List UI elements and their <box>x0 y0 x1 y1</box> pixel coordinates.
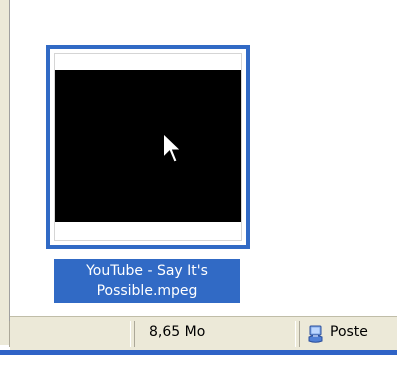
status-pane-description <box>9 321 131 347</box>
window-left-border <box>0 0 10 345</box>
window-frame-blue <box>0 350 397 355</box>
file-name-line2: Possible.mpeg <box>96 283 198 299</box>
window-bottom-edge <box>0 350 397 369</box>
video-frame-black <box>55 70 241 222</box>
mouse-cursor-icon <box>162 131 184 164</box>
status-bar: 8,65 Mo Poste <box>9 316 397 351</box>
status-zone-label: Poste <box>330 324 368 340</box>
computer-icon <box>308 325 323 343</box>
status-pane-zone: Poste <box>299 321 397 347</box>
file-name-label[interactable]: YouTube - Say It's Possible.mpeg <box>54 259 240 303</box>
status-size: 8,65 Mo <box>149 324 206 340</box>
file-view-pane[interactable]: YouTube - Say It's Possible.mpeg <box>10 0 397 316</box>
thumbnail-selection-frame[interactable] <box>46 45 250 249</box>
status-pane-size: 8,65 Mo <box>134 321 296 347</box>
file-name-line1: YouTube - Say It's <box>86 263 208 279</box>
video-thumbnail[interactable] <box>54 53 242 241</box>
explorer-window: YouTube - Say It's Possible.mpeg 8,65 Mo… <box>0 0 397 369</box>
